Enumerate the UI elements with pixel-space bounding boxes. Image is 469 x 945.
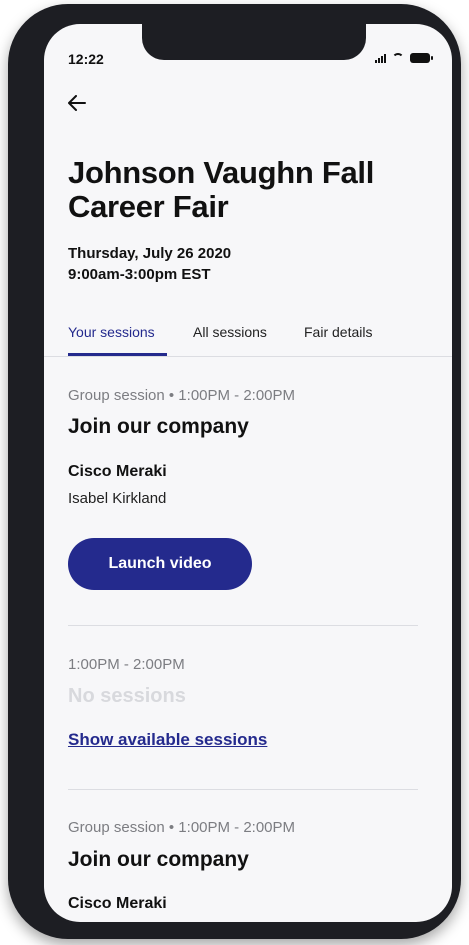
status-time: 12:22 [68, 51, 104, 67]
wifi-icon [392, 53, 404, 63]
session-title: Join our company [68, 848, 249, 871]
tabs-divider [44, 356, 452, 357]
show-available-sessions-link[interactable]: Show available sessions [68, 730, 267, 750]
tab-fair-details[interactable]: Fair details [304, 324, 372, 340]
fair-date: Thursday, July 26 2020 [68, 245, 232, 262]
section-divider [68, 789, 418, 790]
phone-notch [142, 24, 366, 60]
launch-video-button[interactable]: Launch video [68, 538, 252, 590]
status-icons [375, 53, 433, 63]
tab-your-sessions[interactable]: Your sessions [68, 324, 155, 340]
fair-time: 9:00am-3:00pm EST [68, 266, 211, 283]
no-sessions-label: No sessions [68, 685, 186, 707]
app-screen: 12:22 Johnson Vaughn Fall Career Fair Th… [44, 24, 452, 922]
session-meta: Group session • 1:00PM - 2:00PM [68, 819, 296, 836]
battery-icon [410, 53, 433, 63]
session-meta: Group session • 1:00PM - 2:00PM [68, 387, 296, 404]
session-title: Join our company [68, 415, 249, 438]
back-arrow-icon[interactable] [68, 94, 92, 114]
session-host: Isabel Kirkland [68, 490, 167, 507]
phone-frame: 12:22 Johnson Vaughn Fall Career Fair Th… [8, 4, 461, 939]
tab-all-sessions[interactable]: All sessions [193, 324, 267, 340]
page-title: Johnson Vaughn Fall Career Fair [68, 155, 375, 224]
signal-icon [375, 53, 386, 63]
section-divider [68, 625, 418, 626]
slot-time: 1:00PM - 2:00PM [68, 656, 185, 673]
session-company: Cisco Meraki [68, 463, 167, 480]
session-company: Cisco Meraki [68, 895, 167, 912]
